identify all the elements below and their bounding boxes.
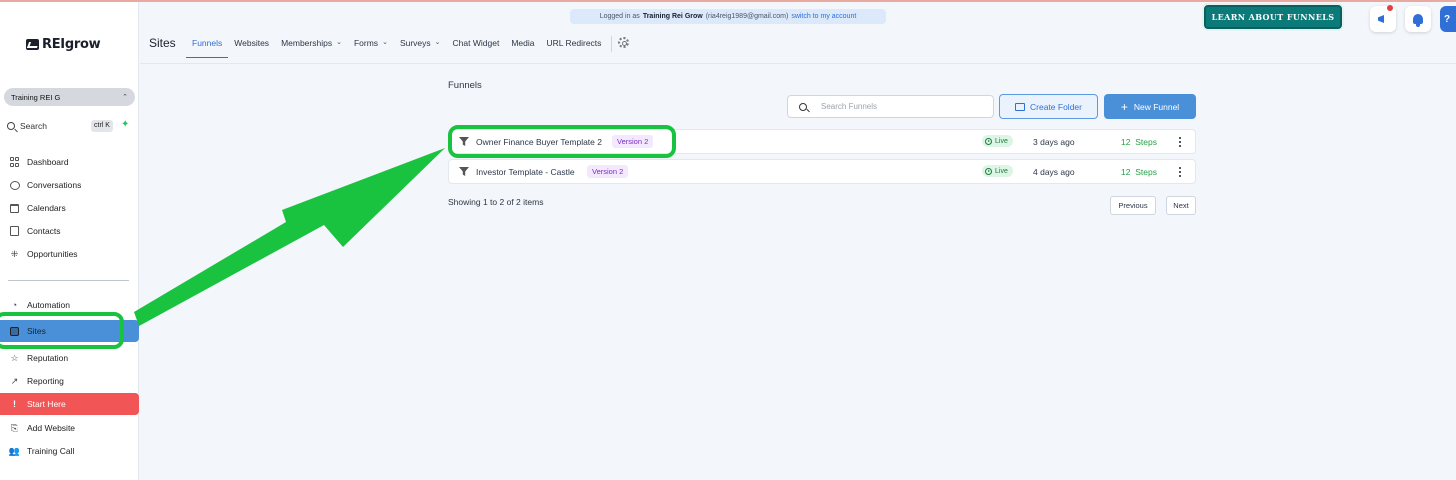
pointer-arrow-annotation — [134, 148, 445, 326]
